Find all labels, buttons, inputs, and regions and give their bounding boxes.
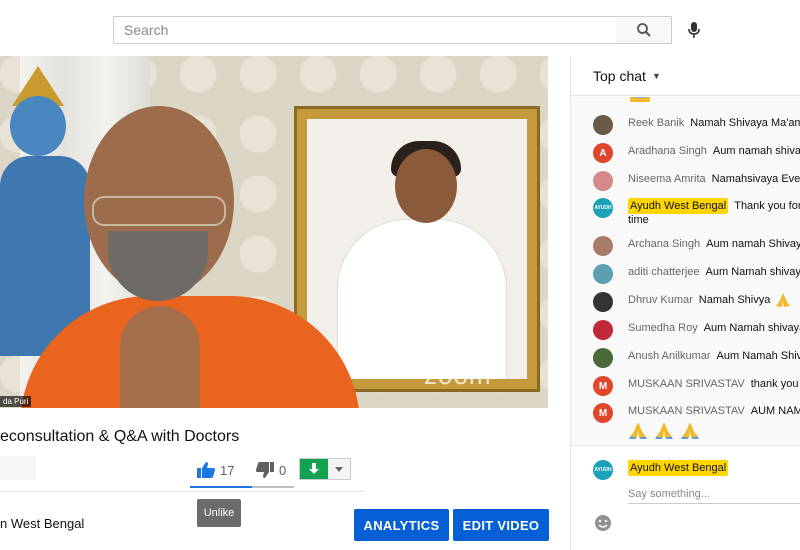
download-button[interactable] xyxy=(300,459,328,479)
top-bar xyxy=(0,0,800,56)
thumbs-down-icon xyxy=(256,462,274,478)
chat-message: Archana Singh Aum namah Shivaya xyxy=(593,236,800,256)
avatar[interactable] xyxy=(593,236,613,256)
message-author[interactable]: Reek Banik xyxy=(628,115,684,131)
praying-hands-icon xyxy=(630,97,650,102)
message-text-wrap: time xyxy=(628,214,649,226)
like-count: 17 xyxy=(220,462,235,478)
chevron-down-icon xyxy=(335,466,343,472)
chat-message: AYUDH Ayudh West Bengal Thank you for xyxy=(593,198,800,218)
praying-hands-icon xyxy=(681,422,699,439)
chat-messages: Reek Banik Namah Shivaya Ma'am A Aradhan… xyxy=(571,97,800,445)
message-author[interactable]: Niseema Amrita xyxy=(628,171,706,187)
message-author[interactable]: Dhruv Kumar xyxy=(628,292,693,308)
avatar[interactable]: AYUDH xyxy=(593,460,613,480)
mic-icon xyxy=(688,22,700,38)
chat-message-input[interactable] xyxy=(628,484,800,504)
zoom-watermark: zoom xyxy=(424,360,492,390)
avatar[interactable]: AYUDH xyxy=(593,198,613,218)
message-text: Aum namah Shivaya xyxy=(706,238,800,250)
avatar[interactable] xyxy=(593,292,613,312)
avatar[interactable] xyxy=(593,171,613,191)
praying-hands-icon xyxy=(655,422,673,439)
message-text: Namah Shivaya Ma'am xyxy=(690,117,800,129)
participant-name-tag: da Puri xyxy=(0,396,32,407)
voice-search-button[interactable] xyxy=(680,16,708,44)
like-ratio-fill xyxy=(190,486,253,488)
message-text: Aum Namah shivaya xyxy=(703,322,800,334)
chat-message: M MUSKAAN SRIVASTAV AUM NAMAH xyxy=(593,403,800,423)
avatar[interactable] xyxy=(593,115,613,135)
search-icon xyxy=(636,23,651,37)
download-control xyxy=(299,458,351,480)
edit-video-button[interactable]: EDIT VIDEO xyxy=(453,509,549,541)
message-author[interactable]: MUSKAAN SRIVASTAV xyxy=(628,403,745,419)
video-player[interactable]: zoom da Puri xyxy=(0,56,548,408)
dislike-count: 0 xyxy=(279,462,287,478)
chat-message: Niseema Amrita Namahsivaya Everyone xyxy=(593,171,800,191)
message-text: thank you xyxy=(750,378,799,390)
message-author[interactable]: Sumedha Roy xyxy=(628,320,698,336)
unlike-tooltip: Unlike xyxy=(197,499,241,527)
message-author[interactable]: MUSKAAN SRIVASTAV xyxy=(628,376,745,392)
message-author-owner[interactable]: Ayudh West Bengal xyxy=(628,198,729,214)
speaker-hands xyxy=(120,306,200,408)
chat-message: A Aradhana Singh Aum namah shivaya xyxy=(593,143,800,163)
live-chat-panel: Top chat ▼ Reek Banik Namah Shivaya Ma'a… xyxy=(570,56,800,550)
chat-message: Sumedha Roy Aum Namah shivaya xyxy=(593,320,800,340)
chat-mode-selector[interactable]: Top chat ▼ xyxy=(571,56,800,96)
avatar[interactable]: M xyxy=(593,376,613,396)
thumbs-up-icon xyxy=(197,462,215,478)
message-text: Aum namah shivaya xyxy=(712,145,800,157)
praying-hands-icon xyxy=(629,422,647,439)
views-placeholder xyxy=(0,456,36,480)
emoji-icon[interactable] xyxy=(593,513,613,533)
emoji-row xyxy=(628,421,700,439)
channel-name[interactable]: n West Bengal xyxy=(0,516,84,531)
download-icon xyxy=(309,463,319,474)
video-title: econsultation & Q&A with Doctors xyxy=(0,428,240,445)
like-button[interactable]: 17 xyxy=(196,458,234,482)
avatar[interactable] xyxy=(593,320,613,340)
praying-hands-icon xyxy=(776,293,791,307)
message-text: Aum Namah shivaya xyxy=(705,266,800,278)
message-text: Aum Namah Shivaya xyxy=(716,350,800,362)
youtube-studio-live-page: zoom da Puri econsultation & Q&A with Do… xyxy=(0,0,800,550)
message-author[interactable]: Archana Singh xyxy=(628,236,700,252)
message-author[interactable]: aditi chatterjee xyxy=(628,264,700,280)
message-text: AUM NAMAH xyxy=(750,405,800,417)
divider xyxy=(0,491,365,492)
dislike-button[interactable]: 0 xyxy=(255,458,286,482)
chat-message: Dhruv Kumar Namah Shivya xyxy=(593,292,792,312)
avatar[interactable]: M xyxy=(593,403,613,423)
message-author[interactable]: Aradhana Singh xyxy=(628,143,707,159)
chat-input-area: AYUDH Ayudh West Bengal xyxy=(571,445,800,550)
search-button[interactable] xyxy=(616,16,672,44)
chat-message: aditi chatterjee Aum Namah shivaya xyxy=(593,264,800,284)
avatar[interactable] xyxy=(593,348,613,368)
chat-message: Anush Anilkumar Aum Namah Shivaya xyxy=(593,348,800,368)
chat-mode-label: Top chat xyxy=(593,67,646,84)
avatar[interactable]: A xyxy=(593,143,613,163)
speaker-glasses xyxy=(92,196,226,226)
avatar[interactable] xyxy=(593,264,613,284)
download-dropdown[interactable] xyxy=(328,459,350,479)
message-text: Namah Shivya xyxy=(698,294,771,306)
chat-message: Reek Banik Namah Shivaya Ma'am xyxy=(593,115,800,135)
analytics-button[interactable]: ANALYTICS xyxy=(354,509,449,541)
input-author: Ayudh West Bengal xyxy=(628,460,729,476)
message-text: Thank you for xyxy=(734,200,800,212)
chat-message: M MUSKAAN SRIVASTAV thank you xyxy=(593,376,798,396)
message-author[interactable]: Anush Anilkumar xyxy=(628,348,711,364)
search-box[interactable] xyxy=(113,16,617,44)
search-input[interactable] xyxy=(114,17,616,43)
message-text: Namahsivaya Everyone xyxy=(711,173,800,185)
like-ratio-bar xyxy=(190,486,294,488)
caret-down-icon: ▼ xyxy=(651,70,661,81)
